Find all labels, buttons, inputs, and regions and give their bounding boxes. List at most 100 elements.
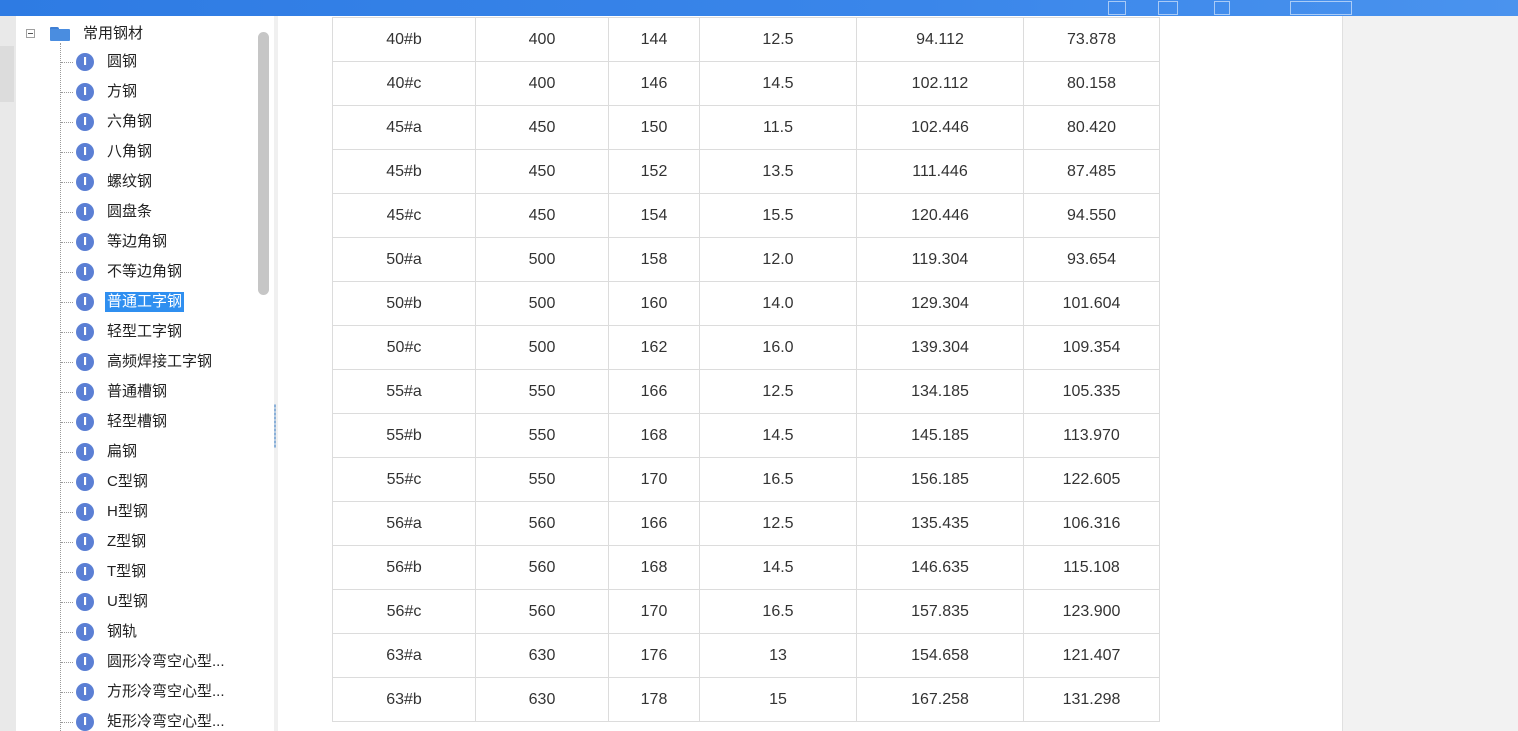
table-cell-spec[interactable]: 55#b xyxy=(332,413,476,458)
table-cell-area[interactable]: 154.658 xyxy=(856,633,1024,678)
table-cell-h[interactable]: 550 xyxy=(475,413,609,458)
table-cell-weight[interactable]: 87.485 xyxy=(1023,149,1160,194)
tree-item-label[interactable]: Z型钢 xyxy=(105,532,148,552)
table-cell-h[interactable]: 450 xyxy=(475,193,609,238)
tree-item-label[interactable]: 轻型工字钢 xyxy=(105,322,184,342)
tree-item-label[interactable]: 八角钢 xyxy=(105,142,154,162)
tree-item-label[interactable]: 矩形冷弯空心型... xyxy=(105,712,227,731)
tree-item[interactable]: I T型钢 xyxy=(16,558,274,586)
table-cell-area[interactable]: 146.635 xyxy=(856,545,1024,590)
table-cell-weight[interactable]: 115.108 xyxy=(1023,545,1160,590)
table-cell-spec[interactable]: 40#c xyxy=(332,61,476,106)
table-cell-spec[interactable]: 45#b xyxy=(332,149,476,194)
table-cell-area[interactable]: 145.185 xyxy=(856,413,1024,458)
table-cell-spec[interactable]: 63#a xyxy=(332,633,476,678)
toolbar-icon[interactable] xyxy=(1108,1,1126,15)
table-cell-b[interactable]: 160 xyxy=(608,281,700,326)
tree-item[interactable]: I 方形冷弯空心型... xyxy=(16,678,274,706)
table-cell-d[interactable]: 16.5 xyxy=(699,457,857,502)
table-row[interactable]: 45#b 450 152 13.5 111.446 87.485 xyxy=(332,149,1160,194)
table-cell-h[interactable]: 400 xyxy=(475,17,609,62)
tree-item-label[interactable]: 等边角钢 xyxy=(105,232,169,252)
table-cell-spec[interactable]: 63#b xyxy=(332,677,476,722)
table-cell-spec[interactable]: 56#c xyxy=(332,589,476,634)
table-cell-area[interactable]: 156.185 xyxy=(856,457,1024,502)
table-cell-b[interactable]: 150 xyxy=(608,105,700,150)
table-row[interactable]: 50#c 500 162 16.0 139.304 109.354 xyxy=(332,325,1160,370)
splitter-grip[interactable] xyxy=(274,404,276,448)
tree-item[interactable]: I 普通工字钢 xyxy=(16,288,274,316)
table-cell-b[interactable]: 168 xyxy=(608,413,700,458)
table-row[interactable]: 56#b 560 168 14.5 146.635 115.108 xyxy=(332,545,1160,590)
tree-item[interactable]: I 普通槽钢 xyxy=(16,378,274,406)
table-cell-weight[interactable]: 94.550 xyxy=(1023,193,1160,238)
tree-item[interactable]: I 圆钢 xyxy=(16,48,274,76)
table-cell-area[interactable]: 111.446 xyxy=(856,149,1024,194)
table-row[interactable]: 56#a 560 166 12.5 135.435 106.316 xyxy=(332,501,1160,546)
table-row[interactable]: 55#b 550 168 14.5 145.185 113.970 xyxy=(332,413,1160,458)
table-row[interactable]: 63#b 630 178 15 167.258 131.298 xyxy=(332,677,1160,722)
table-cell-area[interactable]: 129.304 xyxy=(856,281,1024,326)
tree-item-label[interactable]: T型钢 xyxy=(105,562,148,582)
tree-item-label[interactable]: U型钢 xyxy=(105,592,150,612)
table-cell-weight[interactable]: 122.605 xyxy=(1023,457,1160,502)
table-cell-h[interactable]: 550 xyxy=(475,457,609,502)
tree-item-label[interactable]: 普通工字钢 xyxy=(105,292,185,312)
table-cell-h[interactable]: 550 xyxy=(475,369,609,414)
toolbar-icon[interactable] xyxy=(1158,1,1178,15)
tree-item[interactable]: I 六角钢 xyxy=(16,108,274,136)
table-cell-spec[interactable]: 56#a xyxy=(332,501,476,546)
table-cell-weight[interactable]: 109.354 xyxy=(1023,325,1160,370)
table-cell-d[interactable]: 11.5 xyxy=(699,105,857,150)
table-cell-area[interactable]: 119.304 xyxy=(856,237,1024,282)
tree-item-label[interactable]: 轻型槽钢 xyxy=(105,412,169,432)
tree-item-label[interactable]: H型钢 xyxy=(105,502,150,522)
table-cell-area[interactable]: 94.112 xyxy=(856,17,1024,62)
table-cell-area[interactable]: 157.835 xyxy=(856,589,1024,634)
tree-item[interactable]: I 扁钢 xyxy=(16,438,274,466)
table-row[interactable]: 45#c 450 154 15.5 120.446 94.550 xyxy=(332,193,1160,238)
table-cell-h[interactable]: 450 xyxy=(475,149,609,194)
table-cell-d[interactable]: 15.5 xyxy=(699,193,857,238)
table-cell-h[interactable]: 560 xyxy=(475,545,609,590)
table-cell-h[interactable]: 500 xyxy=(475,325,609,370)
side-tab[interactable] xyxy=(0,46,14,102)
table-cell-h[interactable]: 500 xyxy=(475,237,609,282)
table-cell-b[interactable]: 162 xyxy=(608,325,700,370)
table-cell-h[interactable]: 450 xyxy=(475,105,609,150)
table-cell-d[interactable]: 13.5 xyxy=(699,149,857,194)
tree-item[interactable]: I Z型钢 xyxy=(16,528,274,556)
table-row[interactable]: 55#c 550 170 16.5 156.185 122.605 xyxy=(332,457,1160,502)
tree-item-label[interactable]: 方钢 xyxy=(105,82,139,102)
table-cell-b[interactable]: 154 xyxy=(608,193,700,238)
table-row[interactable]: 50#a 500 158 12.0 119.304 93.654 xyxy=(332,237,1160,282)
table-cell-h[interactable]: 500 xyxy=(475,281,609,326)
table-cell-weight[interactable]: 80.420 xyxy=(1023,105,1160,150)
tree-item[interactable]: I C型钢 xyxy=(16,468,274,496)
tree-item[interactable]: I 轻型槽钢 xyxy=(16,408,274,436)
table-cell-b[interactable]: 158 xyxy=(608,237,700,282)
toolbar-icon[interactable] xyxy=(1214,1,1230,15)
table-cell-weight[interactable]: 105.335 xyxy=(1023,369,1160,414)
table-cell-d[interactable]: 12.5 xyxy=(699,17,857,62)
toolbar-icon[interactable] xyxy=(1290,1,1352,15)
table-cell-spec[interactable]: 45#a xyxy=(332,105,476,150)
table-cell-spec[interactable]: 55#a xyxy=(332,369,476,414)
table-row[interactable]: 45#a 450 150 11.5 102.446 80.420 xyxy=(332,105,1160,150)
table-cell-weight[interactable]: 101.604 xyxy=(1023,281,1160,326)
table-cell-spec[interactable]: 55#c xyxy=(332,457,476,502)
table-cell-area[interactable]: 102.112 xyxy=(856,61,1024,106)
table-cell-b[interactable]: 168 xyxy=(608,545,700,590)
tree-item-label[interactable]: 六角钢 xyxy=(105,112,154,132)
tree-item-label[interactable]: 高频焊接工字钢 xyxy=(105,352,214,372)
tree-item-label[interactable]: 普通槽钢 xyxy=(105,382,169,402)
tree-item-label[interactable]: 方形冷弯空心型... xyxy=(105,682,227,702)
table-cell-weight[interactable]: 106.316 xyxy=(1023,501,1160,546)
tree-item-label[interactable]: 不等边角钢 xyxy=(105,262,184,282)
table-cell-d[interactable]: 13 xyxy=(699,633,857,678)
table-cell-b[interactable]: 176 xyxy=(608,633,700,678)
table-cell-weight[interactable]: 123.900 xyxy=(1023,589,1160,634)
table-cell-spec[interactable]: 50#c xyxy=(332,325,476,370)
table-cell-weight[interactable]: 93.654 xyxy=(1023,237,1160,282)
table-row[interactable]: 55#a 550 166 12.5 134.185 105.335 xyxy=(332,369,1160,414)
